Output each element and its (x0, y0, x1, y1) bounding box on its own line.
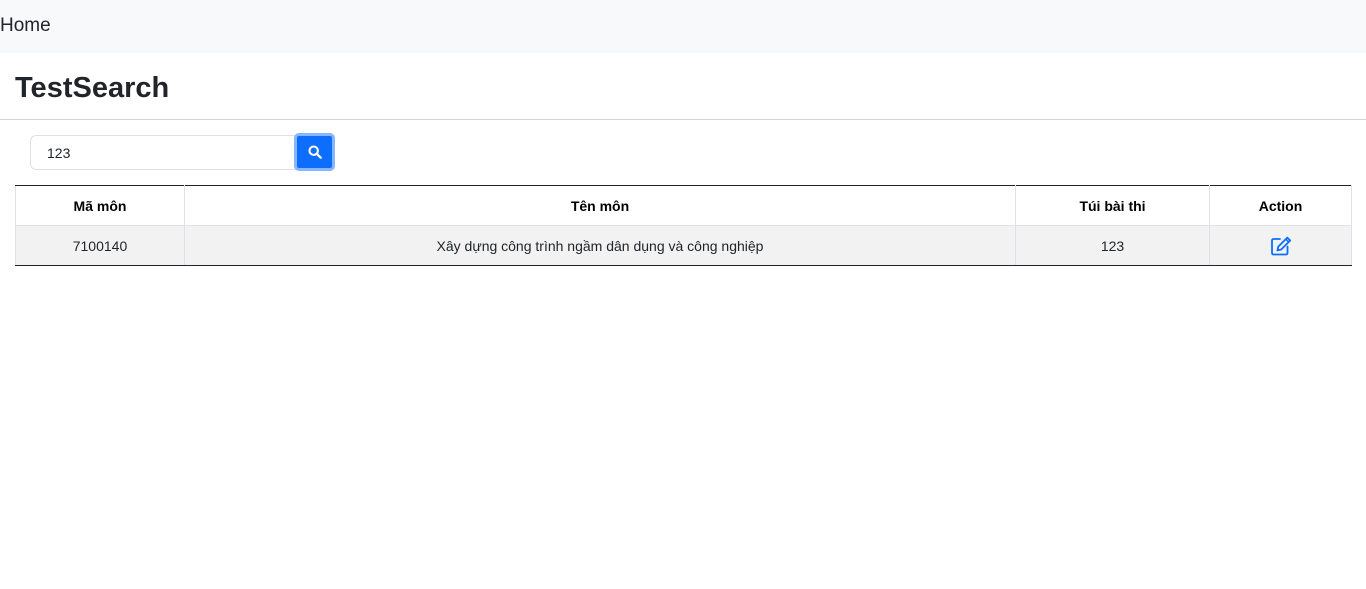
table-header-row: Mã môn Tên môn Túi bài thi Action (15, 185, 1352, 226)
divider (0, 119, 1366, 120)
cell-action (1209, 225, 1352, 266)
header-tui-bai-thi: Túi bài thi (1015, 185, 1210, 226)
results-table: Mã môn Tên môn Túi bài thi Action 710014… (15, 185, 1352, 266)
search-icon (307, 145, 322, 159)
navbar: Home (0, 0, 1366, 53)
cell-ma-mon: 7100140 (15, 225, 185, 266)
cell-ten-mon: Xây dựng công trình ngầm dân dụng và côn… (184, 225, 1016, 266)
table-row: 7100140 Xây dựng công trình ngầm dân dụn… (15, 225, 1352, 266)
search-input[interactable] (30, 135, 296, 170)
cell-tui-bai-thi: 123 (1015, 225, 1210, 266)
page-title: TestSearch (15, 72, 170, 104)
edit-icon[interactable] (1270, 236, 1292, 256)
search-button[interactable] (294, 133, 335, 171)
header-action: Action (1209, 185, 1352, 226)
nav-home-link[interactable]: Home (0, 15, 51, 37)
header-ten-mon: Tên môn (184, 185, 1016, 226)
header-ma-mon: Mã môn (15, 185, 185, 226)
